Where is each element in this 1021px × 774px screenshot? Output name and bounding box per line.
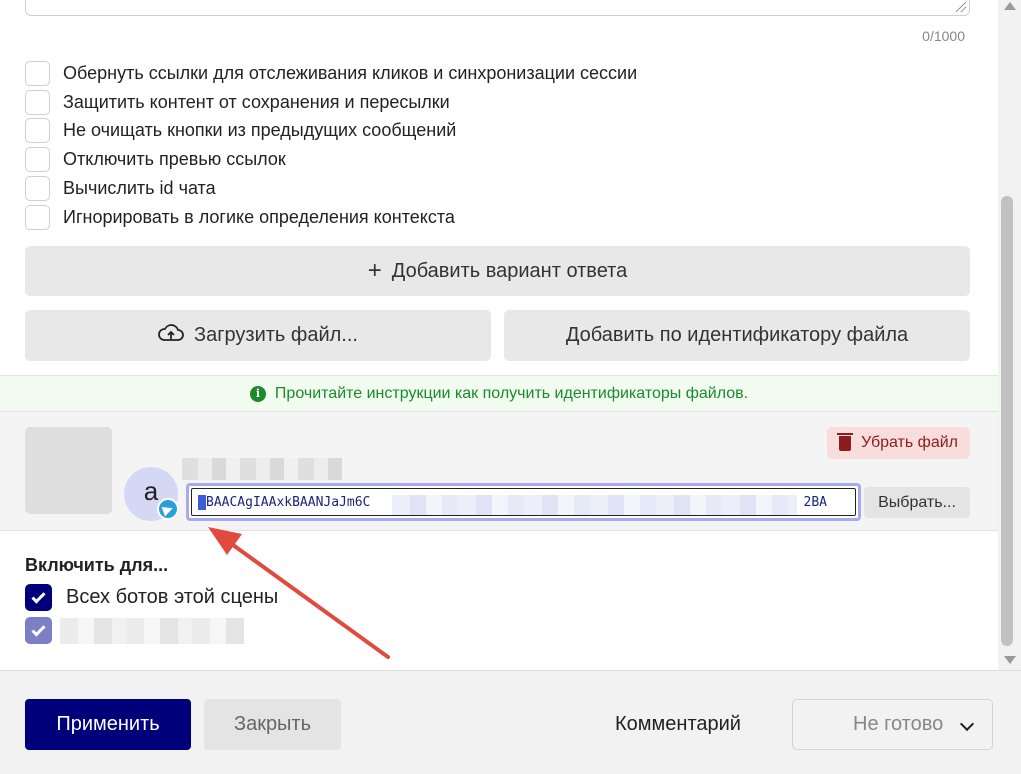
resize-grip-icon[interactable] bbox=[956, 2, 966, 12]
option-checkbox[interactable] bbox=[25, 147, 50, 173]
all-bots-checkbox[interactable] bbox=[25, 584, 52, 611]
apply-button[interactable]: Применить bbox=[25, 699, 191, 750]
telegram-icon bbox=[157, 498, 179, 520]
file-id-input[interactable]: BBAACAgIAAxkBAANJaJm6C 2BA bbox=[186, 483, 861, 521]
option-keep-buttons[interactable]: Не очищать кнопки из предыдущих сообщени… bbox=[25, 117, 637, 146]
file-id-tail: 2BA bbox=[803, 494, 827, 510]
option-chat-id[interactable]: Вычислить id чата bbox=[25, 174, 637, 203]
scroll-up-icon[interactable] bbox=[1004, 2, 1016, 10]
option-label: Игнорировать в логике определения контек… bbox=[63, 206, 455, 227]
add-by-file-id-label: Добавить по идентификатору файла bbox=[565, 324, 909, 346]
char-counter: 0/1000 bbox=[922, 28, 965, 44]
redacted-bot-label bbox=[60, 617, 244, 644]
scroll-down-icon[interactable] bbox=[1004, 656, 1016, 664]
redacted-bot-name bbox=[182, 458, 342, 480]
option-label: Не очищать кнопки из предыдущих сообщени… bbox=[63, 120, 457, 141]
file-id-value: BBAACAgIAAxkBAANJaJm6C bbox=[198, 494, 371, 510]
remove-file-button[interactable]: Убрать файл bbox=[827, 427, 970, 459]
info-link[interactable]: Прочитайте инструкции как получить идент… bbox=[275, 385, 748, 403]
option-checkbox[interactable] bbox=[25, 89, 50, 115]
checkmark-icon bbox=[31, 588, 46, 604]
comment-button[interactable]: Комментарий bbox=[615, 713, 741, 736]
chevron-down-icon bbox=[959, 716, 975, 732]
option-checkbox[interactable] bbox=[25, 118, 50, 144]
cloud-upload-icon bbox=[158, 323, 184, 348]
attached-file: a Убрать файл BBAACAgIAAxkBAANJaJm6C 2BA… bbox=[0, 411, 998, 531]
dialog-content: 0/1000 Обернуть ссылки для отслеживания … bbox=[0, 0, 998, 670]
enable-specific-bot[interactable] bbox=[25, 617, 244, 644]
trash-icon bbox=[837, 432, 854, 451]
text-cursor: B bbox=[198, 494, 206, 510]
option-label: Защитить контент от сохранения и пересыл… bbox=[63, 91, 450, 112]
bot-checkbox[interactable] bbox=[25, 617, 52, 644]
enable-all-bots[interactable]: Всех ботов этой сцены bbox=[25, 584, 278, 611]
dialog-footer: Применить Закрыть Комментарий Не готово bbox=[0, 670, 1021, 774]
close-button[interactable]: Закрыть bbox=[204, 699, 341, 750]
info-banner: i Прочитайте инструкции как получить иде… bbox=[0, 375, 998, 411]
option-label: Вычислить id чата bbox=[63, 178, 216, 199]
options-list: Обернуть ссылки для отслеживания кликов … bbox=[25, 59, 637, 232]
option-label: Обернуть ссылки для отслеживания кликов … bbox=[63, 62, 638, 83]
choose-file-button[interactable]: Выбрать... bbox=[864, 487, 970, 518]
option-wrap-links[interactable]: Обернуть ссылки для отслеживания кликов … bbox=[25, 59, 637, 88]
file-id-field[interactable]: BBAACAgIAAxkBAANJaJm6C 2BA bbox=[191, 488, 856, 516]
option-disable-preview[interactable]: Отключить превью ссылок bbox=[25, 145, 637, 174]
option-protect-content[interactable]: Защитить контент от сохранения и пересыл… bbox=[25, 88, 637, 117]
info-icon: i bbox=[249, 385, 266, 402]
enable-for-title: Включить для... bbox=[25, 555, 169, 575]
scrollbar-thumb[interactable] bbox=[1001, 196, 1013, 646]
option-checkbox[interactable] bbox=[25, 204, 50, 230]
checkmark-icon bbox=[31, 621, 46, 637]
add-by-file-id-button[interactable]: Добавить по идентификатору файла bbox=[504, 310, 970, 361]
option-ignore-context[interactable]: Игнорировать в логике определения контек… bbox=[25, 203, 637, 232]
remove-file-label: Убрать файл bbox=[861, 434, 958, 451]
all-bots-label: Всех ботов этой сцены bbox=[66, 586, 279, 608]
option-checkbox[interactable] bbox=[25, 60, 50, 86]
file-thumbnail bbox=[25, 427, 112, 514]
upload-file-button[interactable]: Загрузить файл... bbox=[25, 310, 491, 361]
plus-icon: + bbox=[367, 257, 382, 284]
message-textarea[interactable] bbox=[25, 0, 970, 16]
add-answer-label: Добавить вариант ответа bbox=[391, 259, 628, 282]
upload-file-label: Загрузить файл... bbox=[194, 324, 358, 346]
redacted-file-id bbox=[392, 495, 797, 515]
status-value: Не готово bbox=[853, 713, 944, 735]
option-label: Отключить превью ссылок bbox=[63, 149, 286, 170]
status-select[interactable]: Не готово bbox=[792, 699, 993, 750]
option-checkbox[interactable] bbox=[25, 176, 50, 202]
scrollbar[interactable] bbox=[998, 0, 1021, 670]
add-answer-button[interactable]: + Добавить вариант ответа bbox=[25, 246, 970, 296]
